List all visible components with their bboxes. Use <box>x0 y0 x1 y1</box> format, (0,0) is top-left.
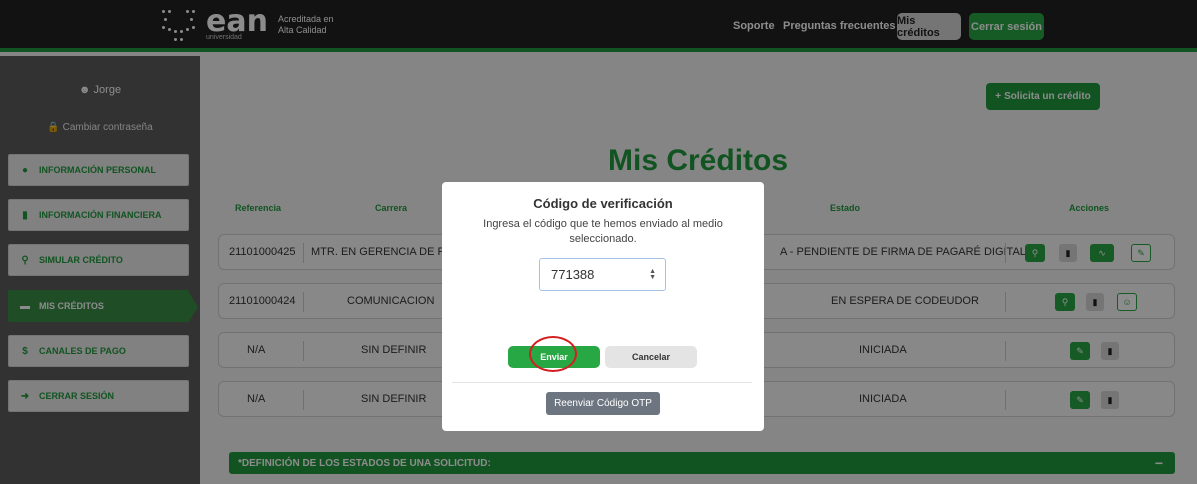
spinner-arrows-icon[interactable]: ▲ ▼ <box>649 268 656 281</box>
verification-code-input[interactable]: 771388 ▲ ▼ <box>539 258 666 291</box>
reenviar-otp-button[interactable]: Reenviar Código OTP <box>546 392 660 415</box>
verification-modal: Código de verificación Ingresa el código… <box>442 182 764 431</box>
modal-description: Ingresa el código que te hemos enviado a… <box>483 218 723 245</box>
modal-title: Código de verificación <box>533 196 673 211</box>
modal-divider <box>452 382 752 383</box>
cancelar-button[interactable]: Cancelar <box>605 346 697 368</box>
verification-code-value: 771388 <box>551 267 595 282</box>
highlight-circle <box>529 336 577 372</box>
